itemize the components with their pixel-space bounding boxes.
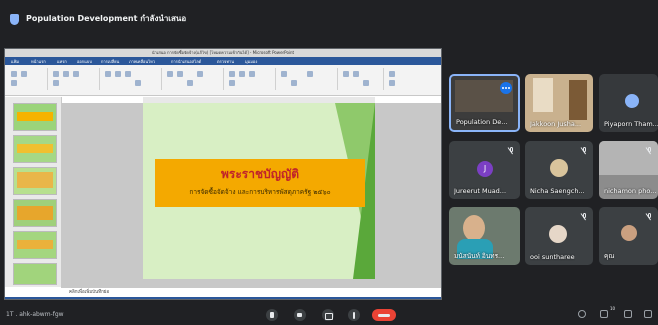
participant-tile[interactable]: J Jureerut Muad... bbox=[449, 141, 520, 199]
participant-tile[interactable]: คุณ bbox=[599, 207, 658, 265]
ribbon-tab: ตรวจทาน bbox=[217, 59, 234, 64]
mic-off-icon bbox=[647, 147, 652, 155]
more-options-icon[interactable] bbox=[500, 82, 512, 94]
avatar bbox=[550, 159, 568, 177]
ribbon-tab: การนำเสนอสไลด์ bbox=[171, 59, 202, 64]
people-icon[interactable] bbox=[600, 310, 608, 318]
slide-editing-area: พระราชบัญญัติ การจัดซื้อจัดจ้าง และการบร… bbox=[61, 103, 441, 287]
activities-icon[interactable] bbox=[644, 310, 652, 318]
participant-tile[interactable]: Nicha Saengch... bbox=[525, 141, 593, 199]
avatar: J bbox=[477, 161, 493, 177]
avatar bbox=[549, 225, 567, 243]
participant-count: 10 bbox=[610, 306, 616, 311]
ribbon-tab: มุมมอง bbox=[245, 59, 258, 64]
end-call-icon[interactable] bbox=[372, 309, 396, 321]
slide-thumbnail[interactable] bbox=[13, 263, 57, 285]
slide-title: พระราชบัญญัติ bbox=[221, 167, 299, 181]
mic-icon[interactable] bbox=[266, 309, 278, 321]
ribbon-tab: แทรก bbox=[57, 59, 67, 64]
current-slide[interactable]: พระราชบัญญัติ การจัดซื้อจัดจ้าง และการบร… bbox=[143, 103, 375, 279]
participant-name: คุณ bbox=[604, 252, 615, 260]
participant-name: Population De... bbox=[456, 118, 508, 126]
participant-name: มนัสนันท์ อินทร... bbox=[454, 252, 505, 260]
video-background bbox=[533, 78, 553, 112]
camera-icon[interactable] bbox=[294, 309, 306, 321]
participant-name: Jureerut Muad... bbox=[454, 187, 507, 195]
powerpoint-window-title: นำเสนอ การจัดซื้อจัดจ้าง(แก้ไข) [โหมดควา… bbox=[5, 49, 441, 57]
ribbon-tab: ภาพเคลื่อนไหว bbox=[129, 59, 156, 64]
participant-tile[interactable]: ooi suntharee bbox=[525, 207, 593, 265]
shield-icon bbox=[10, 14, 19, 25]
mic-off-icon bbox=[509, 147, 514, 155]
participant-name: Nicha Saengch... bbox=[530, 187, 585, 195]
participant-tile[interactable]: มนัสนันท์ อินทร... bbox=[449, 207, 520, 265]
info-icon[interactable] bbox=[578, 310, 586, 318]
mic-off-icon bbox=[582, 147, 587, 155]
powerpoint-status-bar bbox=[5, 297, 441, 299]
participant-tile-presenter[interactable]: Population De... bbox=[449, 74, 520, 132]
ribbon-tab: หน้าแรก bbox=[31, 59, 46, 64]
video-background bbox=[569, 80, 587, 120]
participant-face bbox=[463, 215, 485, 241]
present-icon[interactable] bbox=[322, 309, 334, 321]
participant-tile[interactable]: nichamon pho... bbox=[599, 141, 658, 199]
shared-screen: นำเสนอ การจัดซื้อจัดจ้าง(แก้ไข) [โหมดควา… bbox=[4, 48, 442, 300]
meeting-code: 1T . ahk-abwm-fgw bbox=[6, 311, 64, 318]
slide-thumbnail[interactable] bbox=[13, 199, 57, 227]
chat-icon[interactable] bbox=[624, 310, 632, 318]
participant-tile[interactable]: Jakkoon Jusha... bbox=[525, 74, 593, 132]
powerpoint-ribbon-tabs: แฟ้ม หน้าแรก แทรก ออกแบบ การเปลี่ยน ภาพเ… bbox=[5, 57, 441, 65]
slide-subtitle: การจัดซื้อจัดจ้าง และการบริหารพัสดุภาครั… bbox=[189, 188, 331, 196]
participant-name: Jakkoon Jusha... bbox=[530, 120, 582, 128]
meeting-header: Population Development กำลังนำเสนอ bbox=[0, 0, 658, 40]
ribbon-tab: แฟ้ม bbox=[11, 59, 20, 64]
slide-thumbnails[interactable] bbox=[5, 97, 62, 287]
mic-off-icon bbox=[647, 213, 652, 221]
avatar bbox=[621, 225, 637, 241]
ribbon-tab: การเปลี่ยน bbox=[101, 59, 120, 64]
avatar bbox=[625, 94, 639, 108]
participant-tile[interactable]: Piyaporn Tham... bbox=[599, 74, 658, 132]
mic-off-icon bbox=[582, 213, 587, 221]
slide-thumbnail[interactable] bbox=[13, 103, 57, 131]
more-icon[interactable] bbox=[348, 309, 360, 321]
presenting-title: Population Development กำลังนำเสนอ bbox=[26, 14, 187, 23]
call-controls-bar: 1T . ahk-abwm-fgw 10 bbox=[0, 304, 658, 325]
participant-name: Piyaporn Tham... bbox=[604, 120, 658, 128]
ribbon-tab: ออกแบบ bbox=[77, 59, 92, 64]
slide-thumbnail[interactable] bbox=[13, 135, 57, 163]
slide-thumbnail[interactable] bbox=[13, 167, 57, 195]
participant-name: nichamon pho... bbox=[604, 187, 657, 195]
powerpoint-ribbon bbox=[5, 65, 441, 96]
slide-title-banner: พระราชบัญญัติ การจัดซื้อจัดจ้าง และการบร… bbox=[155, 159, 365, 207]
slide-thumbnail[interactable] bbox=[13, 231, 57, 259]
participant-name: ooi suntharee bbox=[530, 253, 575, 261]
